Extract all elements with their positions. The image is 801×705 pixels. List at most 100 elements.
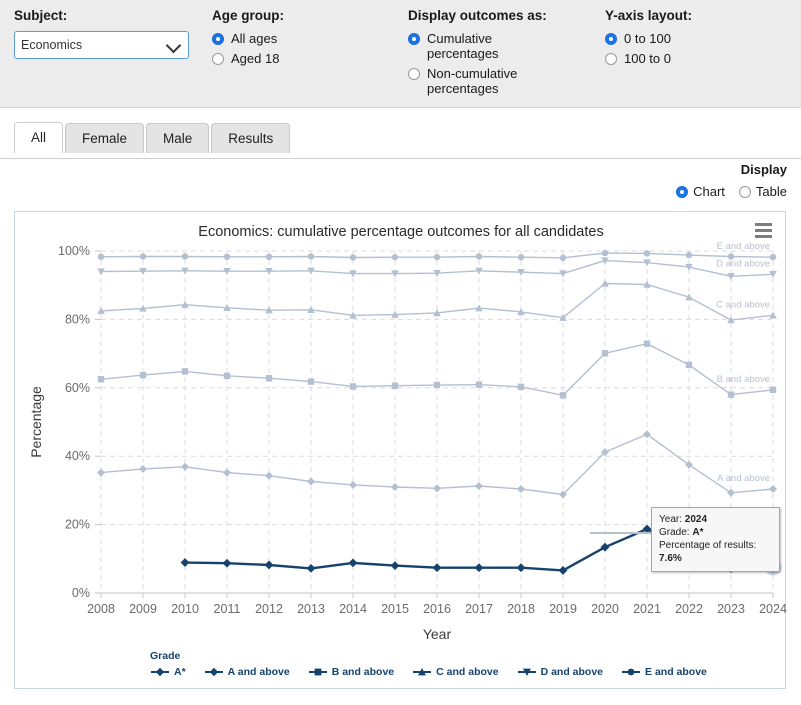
data-point	[391, 482, 399, 491]
legend-marker-icon	[151, 667, 169, 677]
data-point	[390, 561, 400, 571]
data-point	[432, 563, 442, 573]
y-tick-label: 80%	[65, 312, 90, 326]
x-tick-label: 2010	[171, 602, 199, 616]
data-point	[475, 381, 483, 388]
legend-item[interactable]: A*	[150, 666, 186, 678]
data-point	[391, 382, 399, 389]
series-label: A and above	[717, 473, 770, 484]
data-point	[209, 667, 218, 677]
radio-non-cumulative[interactable]: Non-cumulative percentages	[408, 66, 555, 96]
x-tick-label: 2020	[591, 602, 619, 616]
tab-all[interactable]: All	[14, 122, 64, 153]
x-tick-label: 2015	[381, 602, 409, 616]
legend-marker-icon	[308, 668, 327, 676]
series-label: E and above	[717, 241, 770, 252]
subject-select-wrapper[interactable]: Economics	[14, 31, 189, 59]
x-tick-label: 2024	[759, 602, 787, 616]
x-tick-label: 2008	[87, 602, 115, 616]
radio-icon-chart[interactable]	[676, 186, 689, 198]
display-outcomes-label: Display outcomes as:	[408, 8, 547, 23]
data-point	[475, 253, 483, 260]
subject-control: Subject: Economics	[14, 8, 189, 59]
data-point	[727, 391, 735, 398]
chart-svg: 0% 20% 40% 60% 80% 100% 2008 2009 2010 2011 2012 20…	[28, 241, 787, 642]
tab-male[interactable]: Male	[146, 123, 210, 153]
radio-label-chart: Chart	[693, 184, 725, 199]
legend-item[interactable]: E and above	[621, 666, 707, 678]
radio-0-to-100[interactable]: 0 to 100	[605, 31, 692, 46]
data-point	[265, 253, 273, 261]
tooltip-grade-value: A*	[692, 527, 704, 538]
radio-icon-table[interactable]	[738, 186, 751, 198]
chart-tooltip: Year: 2024 Grade: A* Percentage of resul…	[651, 507, 780, 572]
tab-female[interactable]: Female	[65, 123, 145, 153]
data-point	[180, 558, 190, 567]
tooltip-pct-label: Percentage of results:	[659, 540, 757, 551]
data-point	[516, 563, 526, 573]
legend-marker-icon	[204, 667, 223, 677]
data-point	[643, 250, 651, 257]
data-point	[348, 558, 358, 568]
radio-100-to-0[interactable]: 100 to 0	[605, 51, 692, 66]
data-point	[769, 386, 777, 394]
data-point	[139, 253, 147, 260]
data-point	[264, 560, 274, 570]
data-point	[559, 392, 567, 399]
x-tick-label: 2018	[507, 602, 535, 616]
data-point	[223, 468, 231, 477]
chart-plot-area: 0% 20% 40% 60% 80% 100% 2008 2009 2010 2011 2012 20…	[15, 212, 787, 690]
tab-bar: All Female Male Results	[14, 122, 292, 153]
data-point	[139, 371, 147, 379]
data-point	[307, 253, 315, 260]
radio-all-ages[interactable]: All ages	[212, 31, 284, 46]
data-point	[474, 563, 484, 573]
data-point	[97, 253, 105, 261]
y-tick-label: 40%	[65, 449, 90, 463]
x-tick-label: 2019	[549, 602, 577, 616]
subject-select[interactable]: Economics	[14, 31, 189, 59]
display-outcomes-control: Display outcomes as: Cumulative percenta…	[408, 8, 555, 101]
data-point	[727, 488, 735, 497]
radio-label-cumulative: Cumulative percentages	[427, 31, 499, 61]
subject-label: Subject:	[14, 8, 68, 23]
legend-item[interactable]: C and above	[412, 666, 499, 678]
radio-icon-0-to-100[interactable]	[605, 33, 617, 45]
legend-item-label: A and above	[227, 666, 290, 678]
radio-cumulative[interactable]: Cumulative percentages	[408, 31, 555, 61]
legend-item[interactable]: D and above	[517, 666, 603, 678]
series-label: B and above	[717, 374, 770, 385]
age-group-label: Age group:	[212, 8, 284, 23]
y-tick-label: 20%	[65, 518, 90, 532]
legend-item[interactable]: A and above	[204, 666, 290, 678]
data-point	[769, 253, 777, 261]
data-point	[97, 468, 105, 477]
data-point	[265, 375, 273, 382]
radio-icon-all-ages[interactable]	[212, 33, 224, 45]
data-point	[223, 253, 231, 261]
radio-icon-non-cumulative[interactable]	[408, 68, 420, 80]
radio-aged-18[interactable]: Aged 18	[212, 51, 284, 66]
data-point	[181, 368, 189, 375]
radio-icon-100-to-0[interactable]	[605, 53, 617, 65]
legend-marker-icon	[517, 668, 536, 676]
data-point	[433, 484, 441, 493]
display-title: Display	[740, 162, 787, 177]
x-tick-label: 2014	[339, 602, 367, 616]
data-point	[601, 350, 609, 357]
data-point	[181, 253, 189, 260]
tab-results[interactable]: Results	[211, 123, 291, 153]
data-point	[685, 251, 693, 259]
radio-label-0-to-100: 0 to 100	[624, 31, 671, 46]
radio-label-all-ages: All ages	[231, 31, 278, 46]
data-point	[559, 254, 567, 262]
data-point	[155, 667, 165, 677]
data-point	[307, 378, 315, 385]
data-point	[769, 485, 777, 494]
radio-label-non-cumulative: Non-cumulative percentages	[427, 66, 518, 96]
data-point	[601, 249, 609, 257]
legend-item[interactable]: B and above	[308, 666, 394, 678]
radio-icon-aged-18[interactable]	[212, 53, 224, 65]
radio-icon-cumulative[interactable]	[408, 33, 420, 45]
chart-panel: Economics: cumulative percentage outcome…	[14, 211, 787, 690]
